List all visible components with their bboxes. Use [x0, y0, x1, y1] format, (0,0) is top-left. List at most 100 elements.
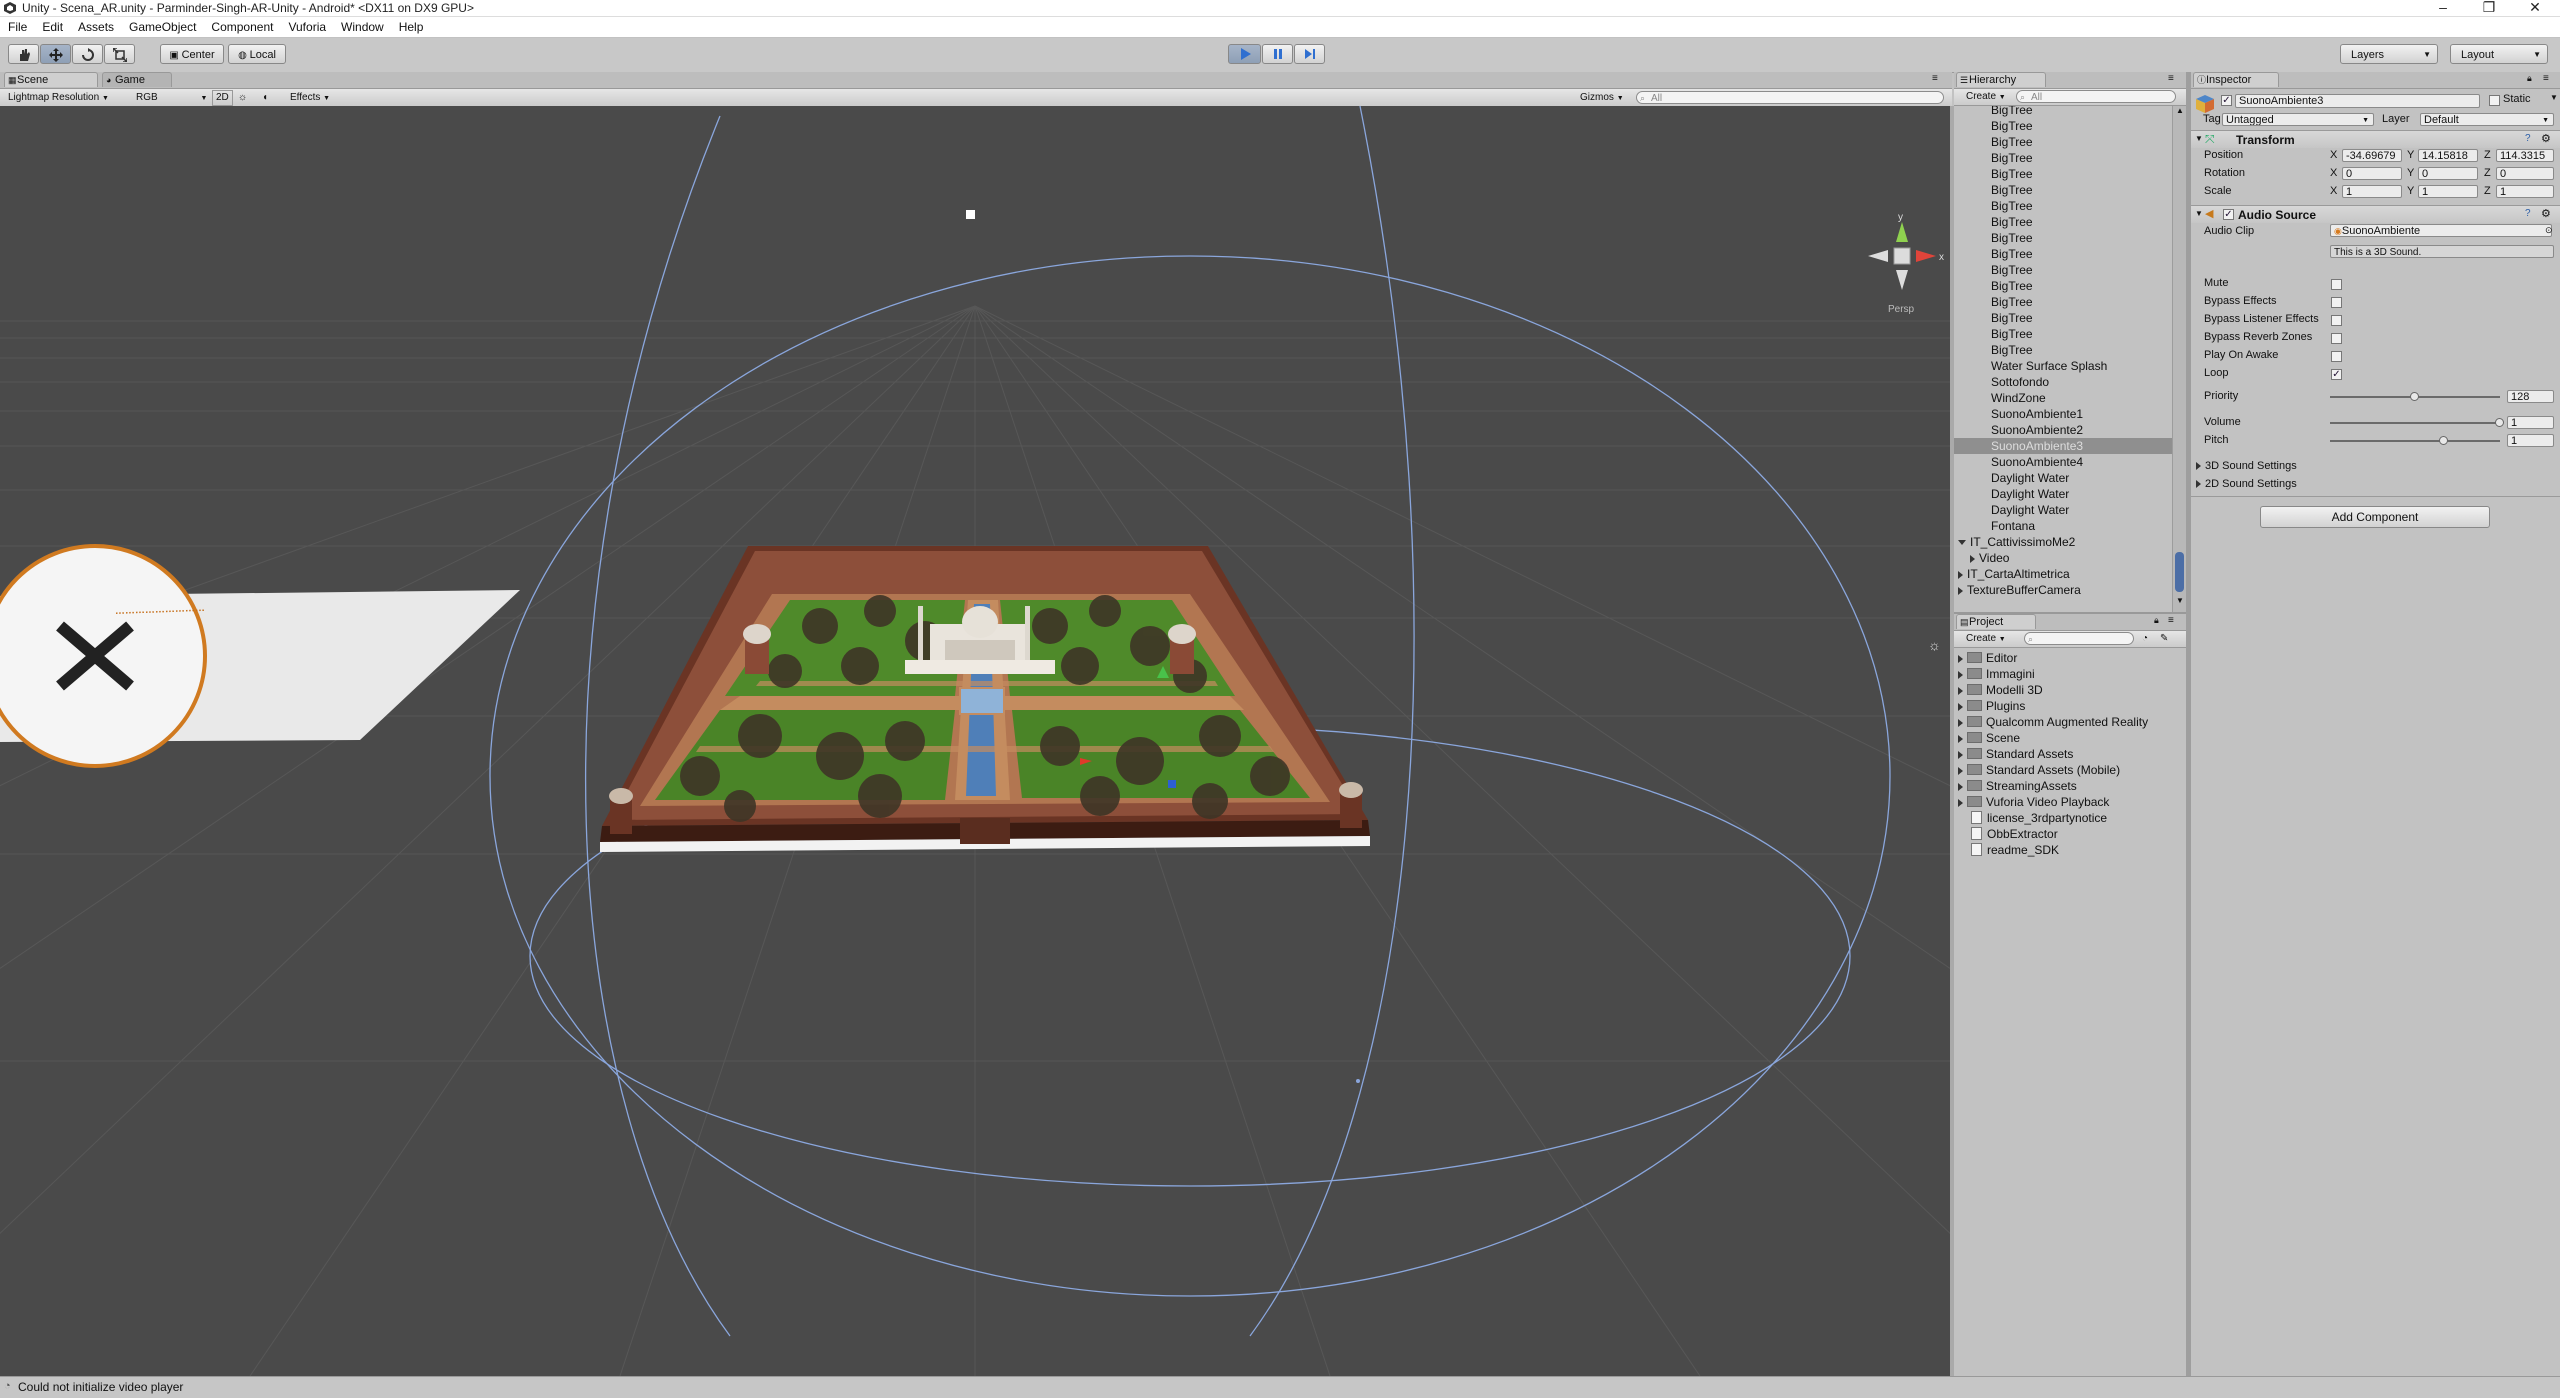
project-folder[interactable]: Standard Assets — [1958, 746, 2073, 762]
panel-menu-icon[interactable]: ≡ — [2168, 73, 2174, 84]
priority-slider-knob[interactable] — [2410, 392, 2419, 401]
collapsed-arrow-icon[interactable] — [1958, 586, 1963, 595]
hierarchy-item[interactable]: IT_CattivissimoMe2 — [1954, 534, 2172, 550]
rotation-x-input[interactable]: 0 — [2342, 167, 2402, 180]
hierarchy-item[interactable]: Daylight Water — [1954, 470, 2172, 486]
volume-slider-track[interactable] — [2330, 422, 2500, 424]
hierarchy-item[interactable]: BigTree — [1954, 150, 2172, 166]
image-target-plane[interactable]: ……………………… — [0, 544, 520, 768]
volume-slider-knob[interactable] — [2495, 418, 2504, 427]
project-folder[interactable]: Scene — [1958, 730, 2020, 746]
scale-x-input[interactable]: 1 — [2342, 185, 2402, 198]
pivot-local-button[interactable]: ◍ Local — [228, 44, 286, 64]
scene-canvas[interactable]: ……………………… y x Persp ☼ — [0, 106, 1950, 1376]
panel-menu-icon[interactable]: ≡ — [2543, 73, 2549, 84]
layout-dropdown[interactable]: Layout ▼ — [2450, 44, 2548, 64]
filter-by-type-icon[interactable]: ◔ — [2142, 632, 2148, 646]
collapsed-arrow-icon[interactable] — [1958, 782, 1963, 791]
object-picker-icon[interactable]: ⊙ — [2545, 225, 2553, 236]
taj-mahal-model[interactable] — [600, 546, 1370, 852]
help-icon[interactable]: ? — [2525, 208, 2531, 219]
collapsed-arrow-icon[interactable] — [1958, 686, 1963, 695]
hierarchy-item[interactable]: TextureBufferCamera — [1954, 582, 2172, 598]
menu-vuforia[interactable]: Vuforia — [280, 17, 333, 34]
priority-input[interactable]: 128 — [2507, 390, 2554, 403]
rotate-tool-button[interactable] — [72, 44, 103, 64]
menu-help[interactable]: Help — [391, 17, 431, 34]
hierarchy-item[interactable]: BigTree — [1954, 106, 2172, 118]
transform-header[interactable]: ▼ ⤧ Transform ? ⚙ — [2191, 130, 2560, 148]
hierarchy-item[interactable]: BigTree — [1954, 278, 2172, 294]
collapsed-arrow-icon[interactable] — [1958, 750, 1963, 759]
hierarchy-item[interactable]: BigTree — [1954, 214, 2172, 230]
collapsed-arrow-icon[interactable] — [1958, 734, 1963, 743]
component-gear-icon[interactable]: ⚙ — [2541, 132, 2551, 145]
sun-light-icon[interactable]: ☼ — [1928, 637, 1941, 653]
tab-hierarchy[interactable]: ☰ Hierarchy — [1956, 72, 2046, 87]
tab-scene[interactable]: ▦ Scene — [4, 72, 98, 87]
project-folder[interactable]: Modelli 3D — [1958, 682, 2043, 698]
scene-search-input[interactable]: ⌕ All — [1636, 91, 1944, 104]
static-checkbox[interactable] — [2489, 95, 2500, 106]
help-icon[interactable]: ? — [2525, 133, 2531, 144]
hierarchy-item[interactable]: SuonoAmbiente2 — [1954, 422, 2172, 438]
project-folder[interactable]: Vuforia Video Playback — [1958, 794, 2109, 810]
hierarchy-item[interactable]: SuonoAmbiente4 — [1954, 454, 2172, 470]
rotation-y-input[interactable]: 0 — [2418, 167, 2478, 180]
gizmos-dropdown[interactable]: Gizmos ▼ — [1580, 91, 1624, 105]
hierarchy-item[interactable]: BigTree — [1954, 342, 2172, 358]
hierarchy-item[interactable]: Daylight Water — [1954, 486, 2172, 502]
scale-y-input[interactable]: 1 — [2418, 185, 2478, 198]
mode-2d-toggle[interactable]: 2D — [212, 90, 233, 106]
scene-view[interactable]: ……………………… y x Persp ☼ — [0, 106, 1950, 1376]
collapsed-arrow-icon[interactable] — [1958, 670, 1963, 679]
menu-assets[interactable]: Assets — [70, 17, 121, 34]
tab-inspector[interactable]: ⓘ Inspector — [2193, 72, 2279, 87]
gizmo-handle[interactable] — [1356, 1079, 1360, 1083]
filter-by-label-icon[interactable]: ✎ — [2160, 632, 2168, 646]
color-mode-dropdown[interactable]: RGB ▼ — [136, 91, 207, 105]
project-folder[interactable]: StreamingAssets — [1958, 778, 2077, 794]
hierarchy-scroll-thumb[interactable] — [2175, 552, 2184, 592]
status-message[interactable]: Could not initialize video player — [18, 1380, 183, 1394]
audio-toggle-checkbox[interactable] — [2331, 279, 2342, 290]
hierarchy-scrollbar[interactable]: ▲ ▼ — [2172, 106, 2187, 612]
scale-z-input[interactable]: 1 — [2496, 185, 2554, 198]
hierarchy-item[interactable]: BigTree — [1954, 182, 2172, 198]
hierarchy-item[interactable]: BigTree — [1954, 166, 2172, 182]
position-y-input[interactable]: 14.15818 — [2418, 149, 2478, 162]
hand-tool-button[interactable] — [8, 44, 39, 64]
restore-button[interactable]: ❐ — [2466, 0, 2512, 16]
hierarchy-item[interactable]: Sottofondo — [1954, 374, 2172, 390]
hierarchy-item[interactable]: IT_CartaAltimetrica — [1954, 566, 2172, 582]
play-button[interactable] — [1228, 44, 1261, 64]
hierarchy-item[interactable]: BigTree — [1954, 230, 2172, 246]
hierarchy-item[interactable]: SuonoAmbiente3 — [1954, 438, 2172, 454]
layers-dropdown[interactable]: Layers ▼ — [2340, 44, 2438, 64]
lock-icon[interactable]: 🔒︎ — [2154, 615, 2159, 626]
collapsed-arrow-icon[interactable] — [1958, 570, 1963, 579]
collapsed-arrow-icon[interactable] — [1958, 798, 1963, 807]
add-component-button[interactable]: Add Component — [2260, 506, 2490, 528]
hierarchy-item[interactable]: BigTree — [1954, 310, 2172, 326]
audio-toggle-checkbox[interactable] — [2331, 351, 2342, 362]
hierarchy-item[interactable]: BigTree — [1954, 262, 2172, 278]
orientation-gizmo[interactable]: y x Persp — [1868, 212, 1944, 315]
menu-edit[interactable]: Edit — [34, 17, 70, 34]
lighting-toggle-icon[interactable]: ☼ — [238, 91, 247, 105]
collapsed-arrow-icon[interactable] — [1958, 702, 1963, 711]
hierarchy-item[interactable]: BigTree — [1954, 134, 2172, 150]
project-create-dropdown[interactable]: Create ▼ — [1966, 632, 2006, 646]
persp-label[interactable]: Persp — [1888, 304, 1915, 315]
hierarchy-item[interactable]: WindZone — [1954, 390, 2172, 406]
move-tool-button[interactable] — [40, 44, 71, 64]
hierarchy-item[interactable]: BigTree — [1954, 326, 2172, 342]
layer-dropdown[interactable]: Default ▼ — [2420, 113, 2554, 126]
render-mode-dropdown[interactable]: Lightmap Resolution ▼ — [8, 91, 109, 105]
audio-toggle-checkbox[interactable] — [2331, 297, 2342, 308]
collapsed-arrow-icon[interactable] — [1958, 718, 1963, 727]
expand-arrow-icon[interactable]: ▼ — [2195, 134, 2203, 143]
hierarchy-item[interactable]: Daylight Water — [1954, 502, 2172, 518]
object-name-input[interactable]: SuonoAmbiente3 — [2235, 94, 2480, 108]
hierarchy-item[interactable]: BigTree — [1954, 118, 2172, 134]
